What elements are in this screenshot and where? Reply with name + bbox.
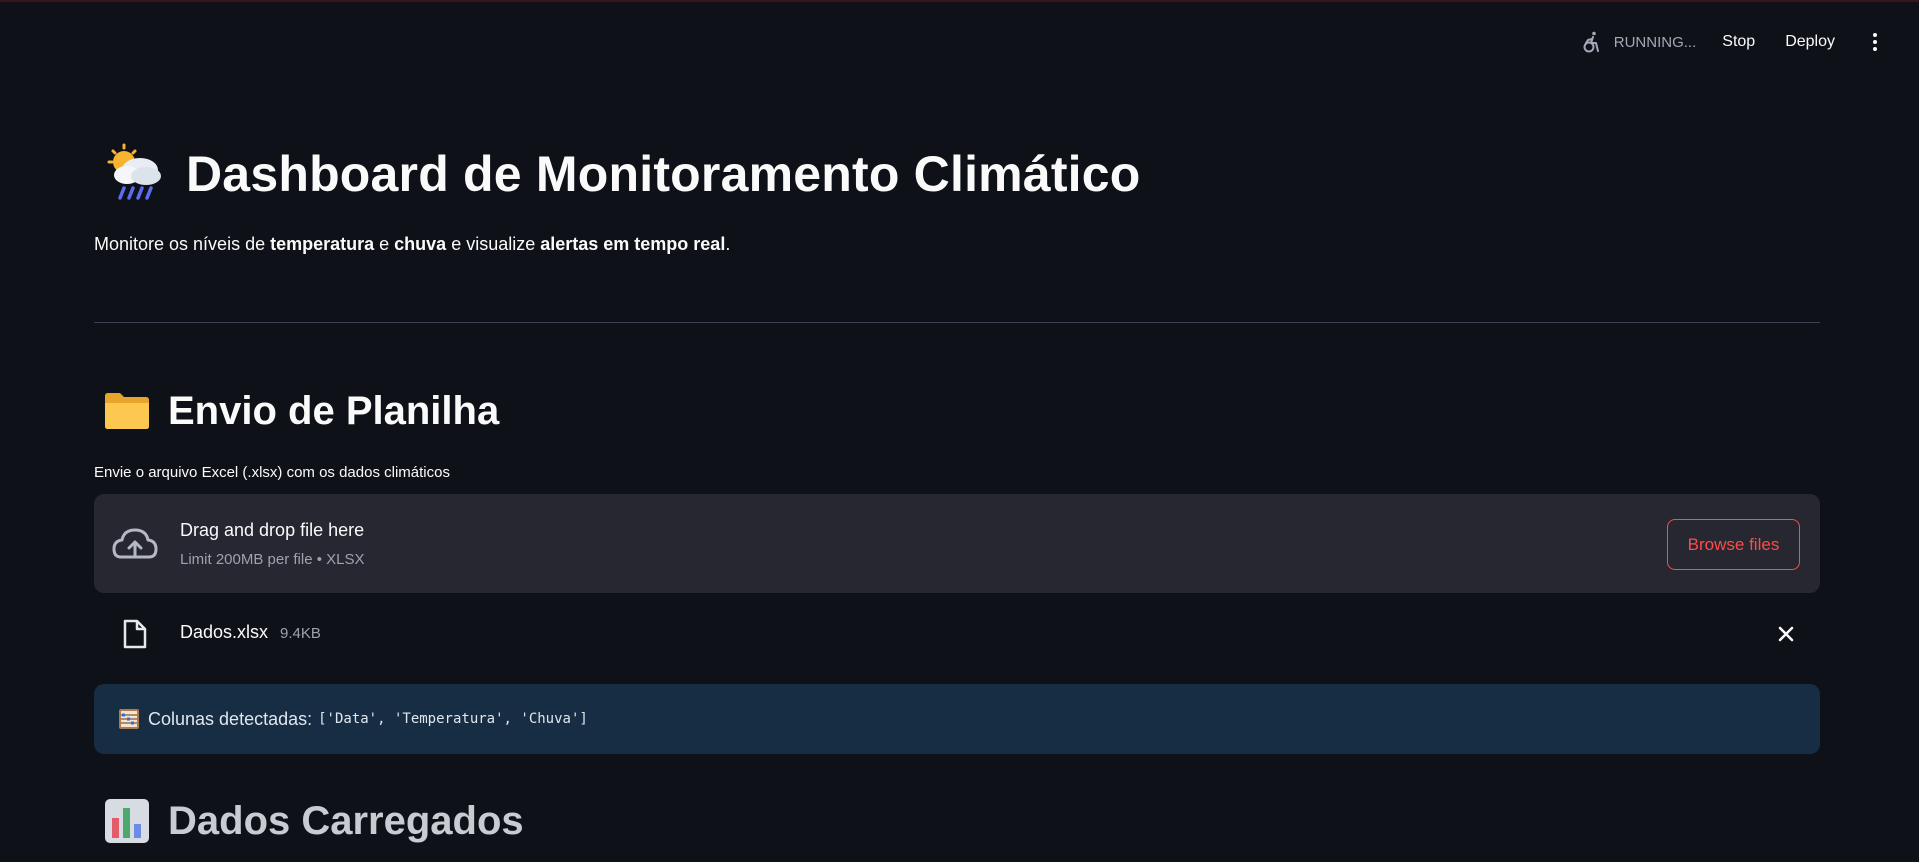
uploaded-file-name: Dados.xlsx <box>180 622 269 642</box>
dropzone-limit-text: Limit 200MB per file • XLSX <box>180 551 365 568</box>
uploaded-file-size: 9.4KB <box>280 625 321 642</box>
deploy-button[interactable]: Deploy <box>1785 33 1835 51</box>
file-icon <box>123 619 147 649</box>
page-title: Dashboard de Monitoramento Climático <box>186 146 1141 202</box>
columns-info-label: Colunas detectadas: <box>148 708 313 729</box>
columns-info-box: Colunas detectadas: ['Data', 'Temperatur… <box>94 684 1820 754</box>
remove-file-icon[interactable] <box>1774 622 1798 646</box>
cloud-rain-sun-icon <box>107 143 161 200</box>
running-icon <box>1583 31 1599 53</box>
browse-files-button[interactable]: Browse files <box>1667 519 1800 570</box>
app-toolbar: RUNNING... Stop Deploy <box>1580 30 1885 54</box>
running-label: RUNNING... <box>1613 33 1697 51</box>
uploaded-file-item: Dados.xlsx 9.4KB <box>94 614 1820 654</box>
folder-icon <box>105 393 149 429</box>
data-section-heading: Dados Carregados <box>102 796 524 846</box>
file-dropzone[interactable]: Drag and drop file here Limit 200MB per … <box>94 494 1820 593</box>
page-subtitle: Monitore os níveis de temperatura e chuv… <box>94 234 731 254</box>
running-status: RUNNING... <box>1580 30 1697 54</box>
upload-section-heading: Envio de Planilha <box>102 386 499 436</box>
bar-chart-icon <box>105 799 149 843</box>
page-title-row: Dashboard de Monitoramento Climático <box>102 142 1141 206</box>
main-menu-icon[interactable] <box>1865 33 1885 51</box>
data-section-title: Dados Carregados <box>168 798 524 843</box>
columns-info-code: ['Data', 'Temperatura', 'Chuva'] <box>318 711 588 727</box>
dropzone-instructions: Drag and drop file here Limit 200MB per … <box>180 520 365 568</box>
abacus-icon <box>119 709 139 729</box>
section-divider <box>94 322 1820 323</box>
dropzone-title: Drag and drop file here <box>180 520 365 540</box>
upload-section-title: Envio de Planilha <box>168 388 500 433</box>
top-accent-bar <box>0 0 1919 2</box>
file-uploader-label: Envie o arquivo Excel (.xlsx) com os dad… <box>94 464 450 481</box>
stop-button[interactable]: Stop <box>1722 33 1755 51</box>
cloud-upload-icon <box>112 528 158 559</box>
